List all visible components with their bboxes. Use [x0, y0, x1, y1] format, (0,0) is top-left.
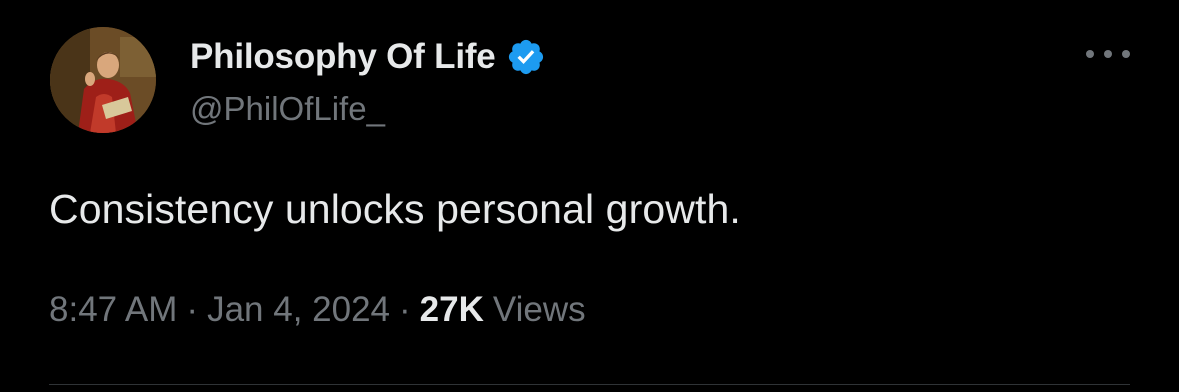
painting-portrait-icon: [50, 27, 156, 133]
tweet-meta: 8:47 AM · Jan 4, 2024 · 27K Views: [49, 290, 586, 330]
verified-badge-icon[interactable]: [506, 37, 546, 77]
author-handle[interactable]: @PhilOfLife_: [190, 90, 385, 128]
divider: [49, 384, 1130, 385]
tweet-date[interactable]: Jan 4, 2024: [207, 290, 390, 330]
tweet-time[interactable]: 8:47 AM: [49, 290, 177, 330]
views-count[interactable]: 27K: [420, 290, 484, 330]
more-options-icon[interactable]: [1086, 44, 1130, 64]
more-dot: [1122, 50, 1130, 58]
tweet-text: Consistency unlocks personal growth.: [49, 186, 741, 232]
more-dot: [1104, 50, 1112, 58]
author-name-row: Philosophy Of Life: [190, 34, 546, 80]
tweet-card: Philosophy Of Life @PhilOfLife_ Consiste…: [0, 0, 1179, 392]
author-name[interactable]: Philosophy Of Life: [190, 37, 496, 77]
more-dot: [1086, 50, 1094, 58]
views-label[interactable]: Views: [493, 290, 586, 330]
meta-separator: ·: [186, 290, 199, 329]
meta-separator: ·: [399, 290, 411, 329]
author-avatar[interactable]: [50, 27, 156, 133]
